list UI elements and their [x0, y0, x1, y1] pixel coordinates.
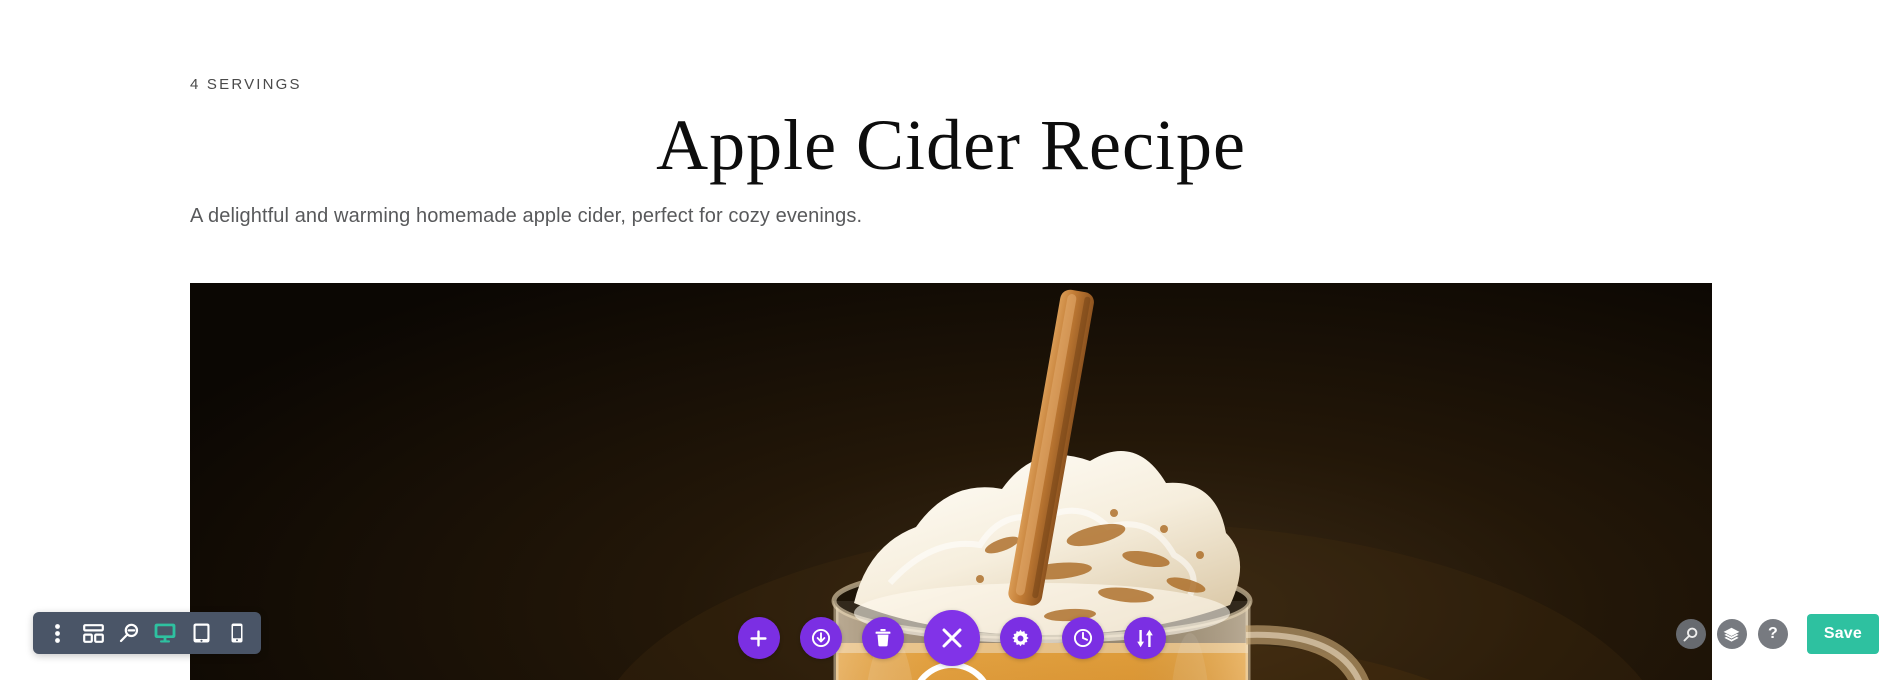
close-icon[interactable]: [923, 610, 980, 666]
servings-label: 4 SERVINGS: [190, 76, 302, 93]
save-to-library-icon[interactable]: [799, 617, 842, 659]
portability-icon[interactable]: [1123, 617, 1166, 659]
recipe-description: A delightful and warming homemade apple …: [190, 205, 863, 227]
add-icon[interactable]: [737, 617, 780, 659]
visual-builder-page: 4 SERVINGS Apple Cider Recipe A delightf…: [0, 0, 1903, 680]
layers-icon[interactable]: [1716, 619, 1747, 649]
phone-icon[interactable]: [219, 612, 255, 654]
history-clock-icon[interactable]: [1061, 617, 1104, 659]
builder-toolbar: [33, 612, 261, 654]
more-options-icon[interactable]: [39, 612, 75, 654]
help-icon[interactable]: ?: [1757, 619, 1788, 649]
search-icon[interactable]: [1675, 619, 1706, 649]
page-title: Apple Cider Recipe: [656, 105, 1246, 185]
tablet-icon[interactable]: [183, 612, 219, 654]
desktop-icon[interactable]: [147, 612, 183, 654]
trash-icon[interactable]: [861, 617, 904, 659]
save-button[interactable]: Save: [1806, 614, 1879, 654]
builder-right-controls: ? Save: [1675, 613, 1879, 655]
wireframe-icon[interactable]: [75, 612, 111, 654]
settings-gear-icon[interactable]: [999, 617, 1042, 659]
zoom-out-icon[interactable]: [111, 612, 147, 654]
